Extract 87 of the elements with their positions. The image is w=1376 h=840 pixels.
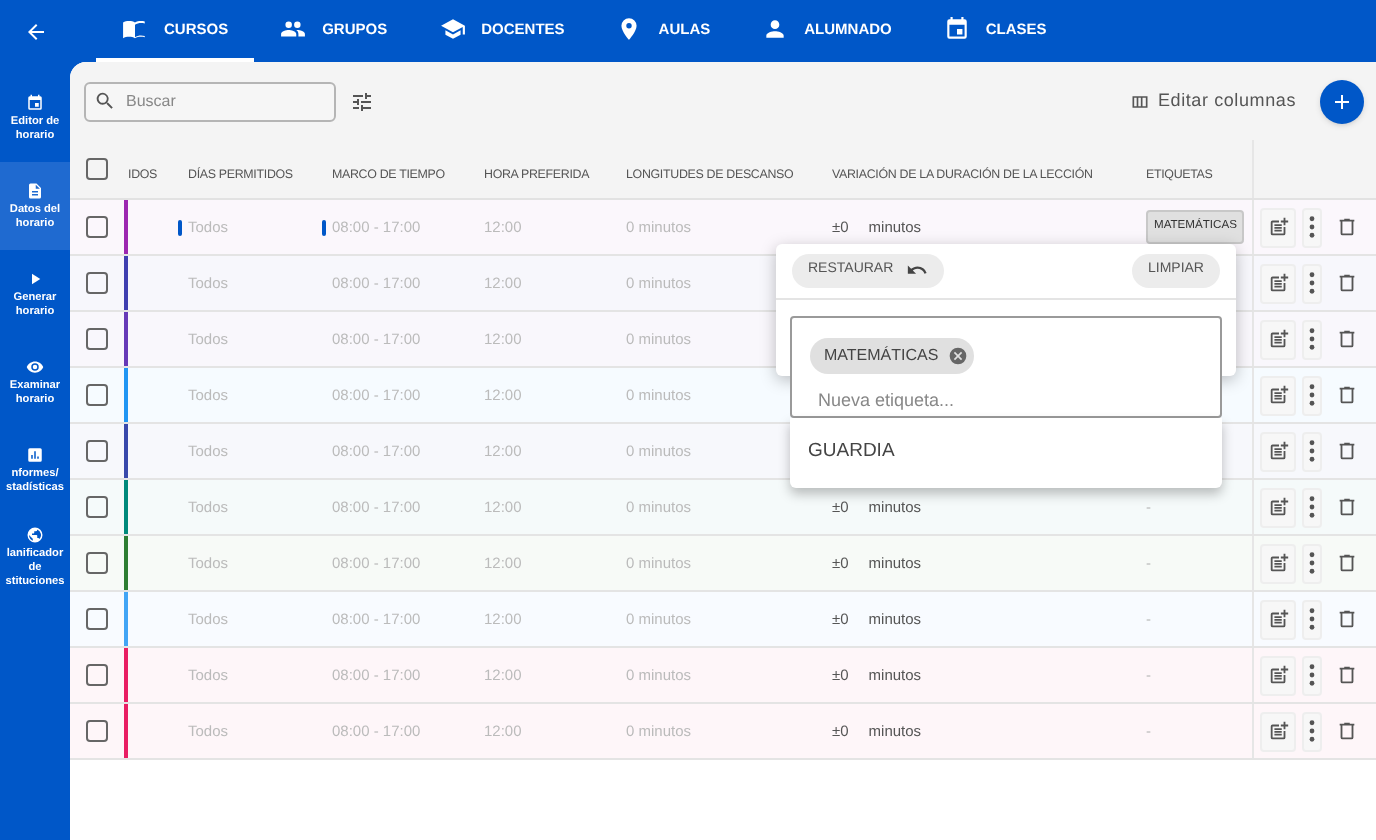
more-vertical-icon [1308,328,1316,350]
plus-icon [1330,89,1354,113]
add-note-button[interactable] [1260,431,1296,471]
checkbox[interactable] [86,440,108,462]
note-plus-icon [1267,664,1289,686]
more-options-button[interactable] [1302,263,1322,303]
note-plus-icon [1267,720,1289,742]
more-vertical-icon [1308,272,1316,294]
more-vertical-icon [1308,552,1316,574]
undo-icon [905,262,928,280]
play-icon [26,269,44,287]
checkbox[interactable] [86,608,108,630]
checkbox[interactable] [86,272,108,294]
add-note-button[interactable] [1260,319,1296,359]
edit-columns-button[interactable]: Editar columnas [1129,87,1296,115]
more-vertical-icon [1308,664,1316,686]
calendar-icon [26,93,44,111]
graduation-cap-icon [439,16,466,42]
note-plus-icon [1267,608,1289,630]
trash-icon [1335,608,1357,630]
document-icon [26,181,44,199]
add-note-button[interactable] [1260,543,1296,583]
chart-icon [26,445,44,463]
more-options-button[interactable] [1302,711,1322,751]
columns-icon [1129,91,1150,111]
checkbox[interactable] [86,496,108,518]
checkbox[interactable] [86,328,108,350]
more-options-button[interactable] [1302,487,1322,527]
filter-icon[interactable] [350,89,374,113]
note-plus-icon [1267,496,1289,518]
checkbox[interactable] [86,384,108,406]
checkbox[interactable] [86,158,108,180]
note-plus-icon [1267,272,1289,294]
more-vertical-icon [1308,384,1316,406]
more-vertical-icon [1308,608,1316,630]
tag-chip[interactable]: MATEMÁTICAS [810,338,975,374]
search-icon [94,90,116,112]
trash-icon [1335,272,1357,294]
calendar-icon [943,16,970,42]
more-options-button[interactable] [1302,599,1322,639]
checkbox[interactable] [86,216,108,238]
more-vertical-icon [1308,216,1316,238]
search-field[interactable]: Buscar [84,81,336,121]
add-note-button[interactable] [1260,375,1296,415]
add-note-button[interactable] [1260,655,1296,695]
more-options-button[interactable] [1302,543,1322,583]
add-note-button[interactable] [1260,711,1296,751]
more-vertical-icon [1308,496,1316,518]
note-plus-icon [1267,440,1289,462]
checkbox[interactable] [86,664,108,686]
trash-icon [1335,384,1357,406]
more-options-button[interactable] [1302,655,1322,695]
trash-icon [1335,664,1357,686]
remove-icon[interactable] [948,346,969,366]
back-arrow-icon[interactable] [23,19,47,43]
checkbox[interactable] [86,552,108,574]
eye-icon [26,357,44,375]
more-options-button[interactable] [1302,375,1322,415]
add-note-button[interactable] [1260,487,1296,527]
add-button[interactable] [1320,79,1364,123]
trash-icon [1335,496,1357,518]
note-plus-icon [1267,216,1289,238]
people-icon [280,16,307,42]
trash-icon [1335,440,1357,462]
add-note-button[interactable] [1260,599,1296,639]
location-pin-icon [616,16,643,42]
note-plus-icon [1267,552,1289,574]
trash-icon [1335,720,1357,742]
note-plus-icon [1267,384,1289,406]
more-options-button[interactable] [1302,431,1322,471]
add-note-button[interactable] [1260,207,1296,247]
trash-icon [1335,216,1357,238]
globe-icon [26,526,44,544]
note-plus-icon [1267,328,1289,350]
book-icon [122,16,148,42]
more-options-button[interactable] [1302,207,1322,247]
checkbox[interactable] [86,720,108,742]
more-vertical-icon [1308,720,1316,742]
tag-input[interactable]: Nueva etiqueta... [818,388,1118,415]
add-note-button[interactable] [1260,263,1296,303]
search-input[interactable]: Buscar [126,89,326,113]
more-vertical-icon [1308,440,1316,462]
person-icon [762,16,789,42]
more-options-button[interactable] [1302,319,1322,359]
tag-input-field[interactable]: MATEMÁTICAS Nueva etiqueta... [790,316,1222,418]
trash-icon [1335,552,1357,574]
trash-icon [1335,328,1357,350]
